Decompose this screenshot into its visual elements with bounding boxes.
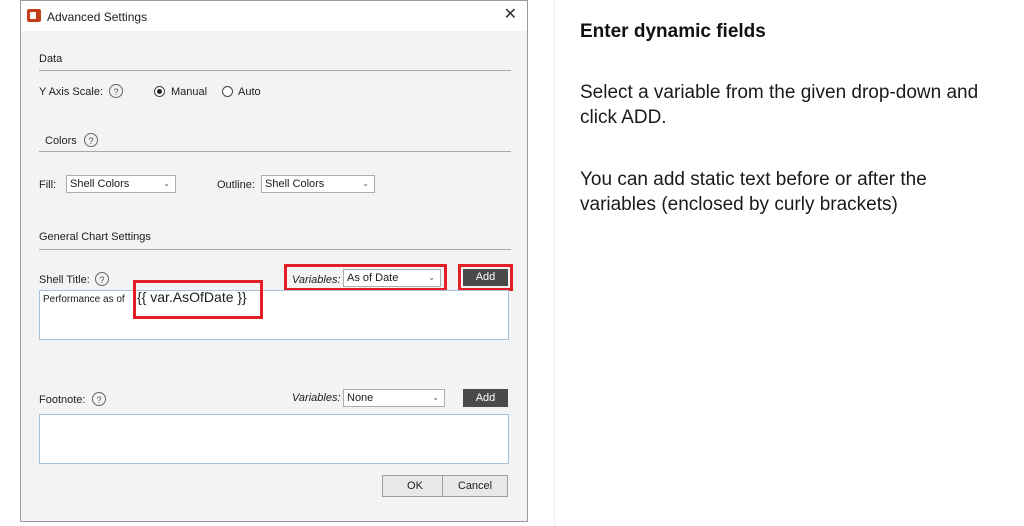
dialog-title: Advanced Settings	[47, 10, 148, 24]
shell-title-variable-text: {{ var.AsOfDate }}	[137, 289, 247, 305]
title-variables-value: As of Date	[347, 272, 399, 284]
help-icon[interactable]: ?	[95, 272, 109, 286]
fill-select[interactable]: Shell Colors ⌄	[66, 175, 176, 193]
help-icon[interactable]: ?	[109, 84, 123, 98]
advanced-settings-dialog: Advanced Settings ✕ Data Y Axis Scale: ?…	[20, 0, 528, 522]
colors-section-heading: Colors	[45, 135, 77, 147]
data-section-heading: Data	[39, 53, 63, 65]
help-icon[interactable]: ?	[84, 133, 98, 147]
y-axis-scale-label: Y Axis Scale:	[39, 86, 103, 98]
title-add-button[interactable]: Add	[463, 269, 508, 286]
ok-button[interactable]: OK	[382, 475, 448, 497]
shell-title-label: Shell Title:	[39, 274, 90, 286]
chevron-down-icon: ⌄	[432, 393, 439, 402]
divider	[39, 249, 511, 250]
powerpoint-icon	[27, 9, 41, 22]
help-icon[interactable]: ?	[92, 392, 106, 406]
shell-title-textarea[interactable]: Performance as of	[39, 290, 509, 340]
variables-label: Variables:	[292, 274, 341, 286]
instructions-paragraph-2: You can add static text before or after …	[580, 169, 927, 215]
footnote-label: Footnote:	[39, 394, 86, 406]
divider	[39, 151, 511, 152]
outline-select-value: Shell Colors	[265, 178, 325, 190]
footnote-add-button[interactable]: Add	[463, 389, 508, 407]
chevron-down-icon: ⌄	[362, 179, 369, 188]
radio-auto[interactable]	[222, 86, 233, 97]
title-bar: Advanced Settings ✕	[21, 1, 527, 31]
title-variables-select[interactable]: As of Date ⌄	[343, 269, 441, 287]
divider	[39, 70, 511, 71]
footnote-variables-select[interactable]: None ⌄	[343, 389, 445, 407]
chevron-down-icon: ⌄	[428, 273, 435, 282]
chevron-down-icon: ⌄	[163, 179, 170, 188]
fill-select-value: Shell Colors	[70, 178, 130, 190]
footnote-textarea[interactable]	[39, 414, 509, 464]
radio-manual-label: Manual	[171, 86, 208, 98]
radio-manual[interactable]	[154, 86, 165, 97]
shell-title-text-prefix: Performance as of	[43, 294, 125, 305]
separator	[554, 0, 555, 526]
footnote-variables-label: Variables:	[292, 392, 341, 404]
cancel-button[interactable]: Cancel	[442, 475, 508, 497]
close-icon[interactable]: ✕	[504, 6, 517, 24]
radio-auto-label: Auto	[238, 86, 261, 98]
dialog-body: Data Y Axis Scale: ? Manual Auto Colors …	[39, 31, 513, 521]
fill-label: Fill:	[39, 179, 57, 191]
instructions-title: Enter dynamic fields	[580, 21, 766, 42]
general-chart-settings-heading: General Chart Settings	[39, 231, 151, 243]
instructions-paragraph-1: Select a variable from the given drop-do…	[580, 82, 979, 128]
outline-select[interactable]: Shell Colors ⌄	[261, 175, 375, 193]
footnote-variables-value: None	[347, 392, 374, 404]
outline-label: Outline:	[217, 179, 255, 191]
